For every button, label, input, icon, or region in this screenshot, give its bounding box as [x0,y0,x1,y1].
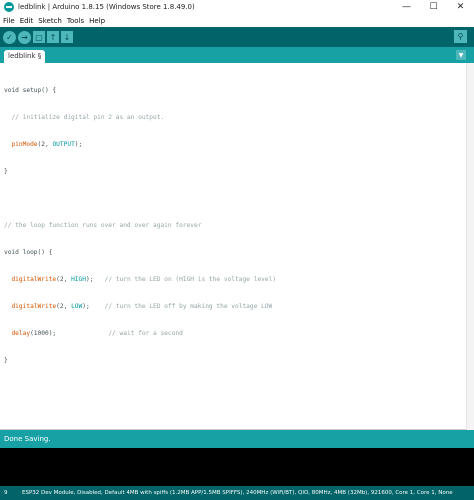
code-token: void loop() { [4,249,53,256]
code-line: pinMode(2, OUTPUT); [4,140,276,149]
menu-help[interactable]: Help [89,17,105,25]
editor-scrollbar[interactable] [466,63,474,430]
code-function: digitalWrite [4,276,57,283]
code-token: ); [85,276,105,283]
console-header: Done Saving. [0,430,474,448]
menu-edit[interactable]: Edit [20,17,34,25]
tab-strip: ledblink § ▼ [0,47,474,63]
code-comment: // initialize digital pin 2 as an output… [4,114,165,121]
code-line: void loop() { [4,248,276,257]
tab-menu-button[interactable]: ▼ [456,50,466,60]
code-token: (1000); [30,330,109,337]
arduino-logo-icon [4,2,14,12]
code-token: } [4,168,8,175]
code-line: void setup() { [4,86,276,95]
code-token: void setup() { [4,87,57,94]
window-title: ledblink | Arduino 1.8.15 (Windows Store… [18,3,195,11]
status-bar: 9 ESP32 Dev Module, Disabled, Default 4M… [0,486,474,500]
code-constant: LOW [71,303,83,310]
code-function: digitalWrite [4,303,57,310]
code-token: (2, [56,276,72,283]
upload-button[interactable]: → [18,30,31,44]
toolbar: ✓ → ▢ ↑ ↓ ⚲ [0,27,474,47]
code-comment: // turn the LED on (HIGH is the voltage … [104,276,276,283]
verify-button[interactable]: ✓ [3,30,16,44]
menu-bar: File Edit Sketch Tools Help [0,14,474,27]
right-arrow-icon: → [21,32,28,42]
code-token: (2, [56,303,72,310]
code-line: } [4,356,276,365]
code-constant: OUTPUT [52,141,75,148]
document-icon: ▢ [35,32,43,42]
down-arrow-icon: ↓ [63,32,71,42]
code-token: (2, [37,141,53,148]
serial-monitor-button[interactable]: ⚲ [454,30,467,43]
minimize-button[interactable]: — [393,0,420,14]
code-token: ); [74,141,83,148]
code-comment: // turn the LED off by making the voltag… [104,303,273,310]
chevron-down-icon: ▼ [458,51,464,59]
up-arrow-icon: ↑ [49,32,57,42]
code-comment: // wait for a second [108,330,183,337]
code-line: // the loop function runs over and over … [4,221,276,230]
code-constant: HIGH [71,276,86,283]
close-button[interactable]: ✕ [447,0,474,14]
menu-file[interactable]: File [3,17,15,25]
code-token: ); [82,303,105,310]
code-line: digitalWrite(2, HIGH); // turn the LED o… [4,275,276,284]
code-line: digitalWrite(2, LOW); // turn the LED of… [4,302,276,311]
code-line: // initialize digital pin 2 as an output… [4,113,276,122]
code-token: } [4,357,8,364]
new-button[interactable]: ▢ [33,31,45,43]
code-comment: // the loop function runs over and over … [4,222,202,229]
open-button[interactable]: ↑ [47,31,59,43]
code-line: } [4,167,276,176]
menu-tools[interactable]: Tools [67,17,84,25]
save-button[interactable]: ↓ [61,31,73,43]
checkmark-icon: ✓ [6,32,13,42]
console-status: Done Saving. [4,435,51,443]
window-controls: — ☐ ✕ [393,0,474,14]
title-bar: ledblink | Arduino 1.8.15 (Windows Store… [0,0,474,14]
code-function: pinMode [4,141,38,148]
menu-sketch[interactable]: Sketch [38,17,62,25]
board-info: ESP32 Dev Module, Disabled, Default 4MB … [22,490,453,496]
code-editor[interactable]: void setup() { // initialize digital pin… [0,63,474,430]
magnifier-icon: ⚲ [457,32,464,41]
code-function: delay [4,330,31,337]
maximize-button[interactable]: ☐ [420,0,447,14]
line-number: 9 [4,490,8,496]
tab-ledblink[interactable]: ledblink § [4,50,46,63]
code-text: void setup() { // initialize digital pin… [4,68,276,383]
console-output[interactable] [0,448,474,486]
code-line: delay(1000); // wait for a second [4,329,276,338]
